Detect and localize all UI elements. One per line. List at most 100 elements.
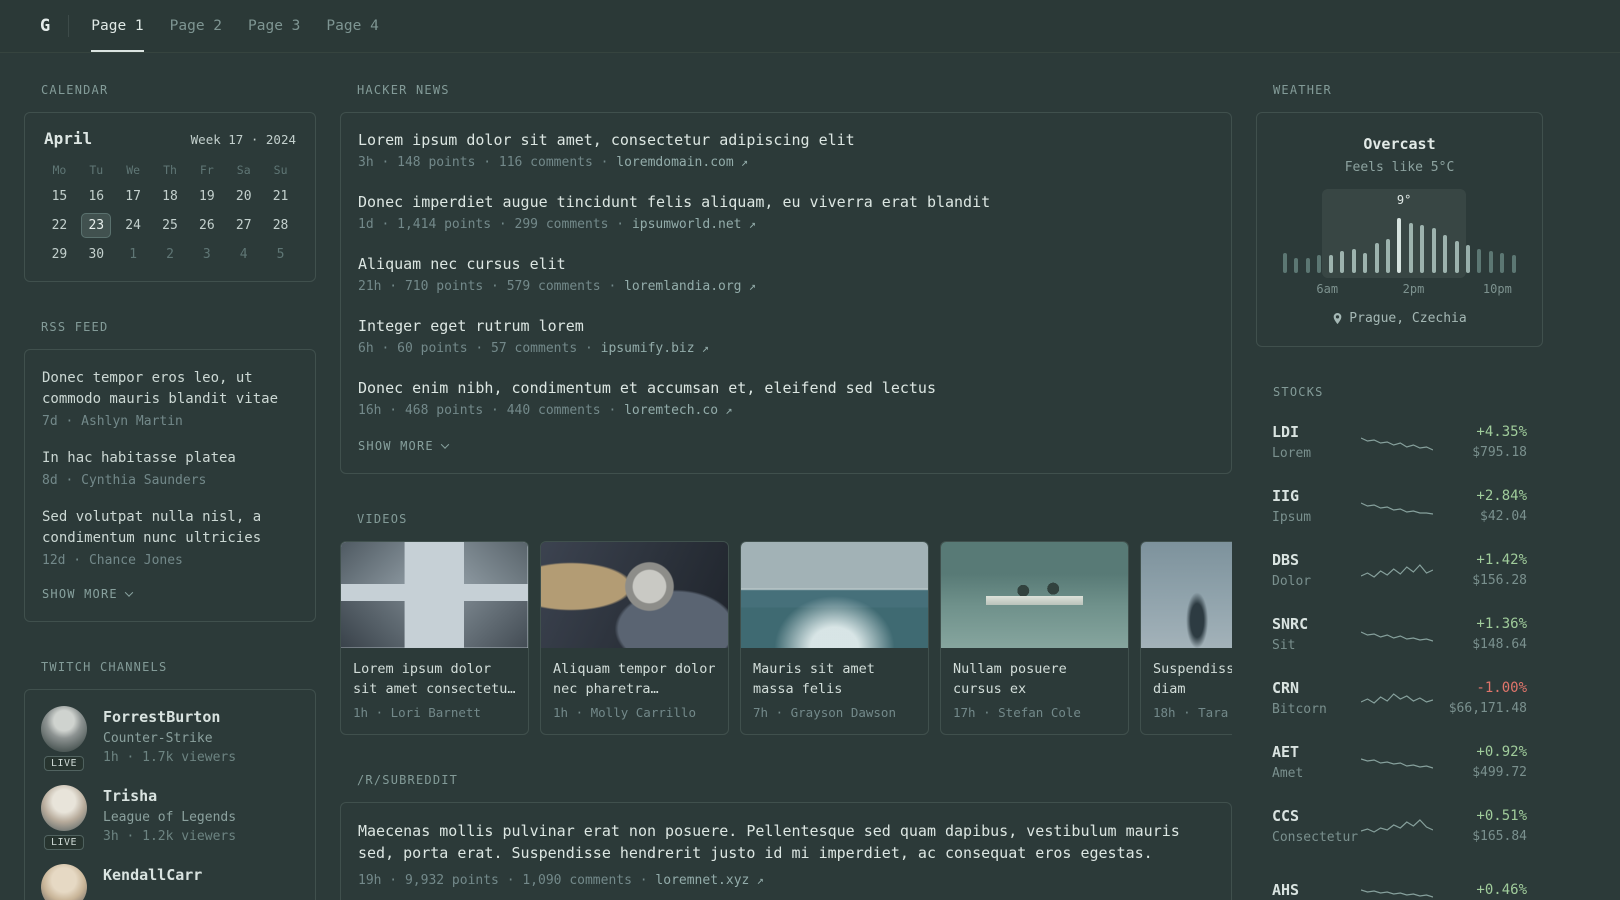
item-domain-link[interactable]: ipsumworld.net	[632, 217, 742, 232]
item-domain-link[interactable]: loremnet.xyz	[655, 873, 749, 888]
hackernews-item-title[interactable]: Lorem ipsum dolor sit amet, consectetur …	[358, 129, 1214, 151]
item-domain-link[interactable]: loremtech.co	[624, 403, 718, 418]
video-title[interactable]: Aliquam tempor dolor nec pharetra…	[553, 659, 716, 699]
video-card[interactable]: Aliquam tempor dolor nec pharetra… 1h · M…	[540, 541, 729, 735]
twitch-channel-name[interactable]: ForrestBurton	[103, 708, 236, 726]
video-card[interactable]: Lorem ipsum dolor sit amet consectetu… 1h…	[340, 541, 529, 735]
stock-sparkline-wrap	[1361, 749, 1433, 775]
video-thumbnail-fog	[1141, 542, 1232, 648]
stock-ticker: SNRC	[1272, 614, 1309, 633]
twitch-channel[interactable]: LIVE ForrestBurton Counter-Strike 1h · 1.7k…	[41, 706, 299, 771]
item-meta-text: 19h · 9,932 points · 1,090 comments ·	[358, 873, 656, 888]
calendar-day: 17	[125, 189, 141, 204]
item-domain-link[interactable]: loremdomain.com	[616, 155, 733, 170]
stock-sparkline-wrap	[1361, 557, 1433, 583]
hackernews-item-title[interactable]: Donec imperdiet augue tincidunt felis al…	[358, 191, 1214, 213]
twitch-channel[interactable]: KendallCarr	[41, 864, 299, 900]
stock-price: $42.04	[1480, 508, 1527, 524]
calendar-day-header: We	[126, 163, 141, 177]
calendar-card: April Week 17 · 2024 Mo Tu We Th Fr Sa Su 15 16 1…	[24, 112, 316, 282]
tab-page-1[interactable]: Page 1	[91, 0, 144, 52]
subreddit-list: Maecenas mollis pulvinar erat non posuer…	[358, 821, 1214, 888]
rss-show-more-button[interactable]: SHOW MORE	[42, 587, 298, 601]
hackernews-widget: HACKER NEWS Lorem ipsum dolor sit amet, …	[340, 83, 1232, 474]
app-logo[interactable]: G	[40, 0, 68, 52]
rss-item-title[interactable]: Donec tempor eros leo, ut commodo mauris…	[42, 368, 298, 410]
stock-row[interactable]: AET Amet +0.92% $499.72	[1272, 734, 1527, 789]
video-title[interactable]: Mauris sit amet massa felis	[753, 659, 916, 699]
video-meta: 1h · Lori Barnett	[353, 705, 481, 720]
rss-item-title[interactable]: Sed volutpat nulla nisl, a condimentum n…	[42, 507, 298, 549]
video-thumbnail-sky-cross	[341, 542, 528, 648]
hackernews-item-title[interactable]: Donec enim nibh, condimentum et accumsan…	[358, 377, 1214, 399]
stock-change: +4.35%	[1476, 423, 1527, 440]
weather-bar	[1500, 253, 1505, 273]
stock-change: +0.51%	[1476, 807, 1527, 824]
rss-item-title[interactable]: In hac habitasse platea	[42, 448, 298, 469]
video-meta: 1h · Molly Carrillo	[553, 705, 696, 720]
video-title[interactable]: Lorem ipsum dolor sit amet consectetu…	[353, 659, 516, 699]
hackernews-show-more-button[interactable]: SHOW MORE	[358, 439, 1214, 453]
calendar-day: 4	[239, 247, 248, 262]
stock-row[interactable]: CCS Consectetur +0.51% $165.84	[1272, 798, 1527, 853]
widget-title-twitch: TWITCH CHANNELS	[41, 660, 168, 674]
stock-row[interactable]: CRN Bitcorn -1.00% $66,171.48	[1272, 670, 1527, 725]
stock-info: DBS Dolor	[1272, 551, 1361, 589]
calendar-day: 20	[235, 189, 252, 204]
stock-values: +0.51% $165.84	[1433, 808, 1527, 844]
rss-item: Donec tempor eros leo, ut commodo mauris…	[42, 368, 298, 429]
stock-change: +2.84%	[1476, 487, 1527, 504]
stock-sparkline	[1361, 436, 1433, 451]
calendar-day: 28	[272, 218, 289, 233]
weather-time-label: 10pm	[1482, 282, 1512, 296]
hackernews-item: Donec imperdiet augue tincidunt felis al…	[358, 191, 1214, 232]
dashboard: CALENDAR April Week 17 · 2024 Mo Tu We Th Fr…	[0, 53, 1620, 900]
video-card[interactable]: Mauris sit amet massa felis 7h · Grayson …	[740, 541, 929, 735]
video-card[interactable]: Suspendisse posuere diam 18h · Tara	[1140, 541, 1232, 735]
tab-page-3[interactable]: Page 3	[248, 0, 300, 52]
item-meta-text: 21h · 710 points · 579 comments ·	[358, 279, 625, 294]
stock-name: Amet	[1272, 765, 1304, 781]
calendar-day: 30	[88, 247, 105, 262]
widget-title-videos: VIDEOS	[357, 512, 408, 526]
stock-row[interactable]: AHS +0.46%	[1272, 862, 1527, 900]
video-title[interactable]: Suspendisse posuere diam	[1153, 659, 1232, 699]
stock-row[interactable]: DBS Dolor +1.42% $156.28	[1272, 542, 1527, 597]
external-link-icon: ↗	[741, 279, 756, 293]
weather-widget: WEATHER Overcast Feels like 5°C 9° 6am 2p…	[1256, 83, 1543, 347]
twitch-channel-name[interactable]: KendallCarr	[103, 866, 202, 884]
calendar-day: 5	[276, 247, 285, 262]
item-domain-link[interactable]: loremlandia.org	[624, 279, 741, 294]
hackernews-card: Lorem ipsum dolor sit amet, consectetur …	[340, 112, 1232, 474]
stock-row[interactable]: LDI Lorem +4.35% $795.18	[1272, 414, 1527, 469]
twitch-channel-name[interactable]: Trisha	[103, 787, 236, 805]
video-title[interactable]: Nullam posuere cursus ex	[953, 659, 1116, 699]
stock-row[interactable]: SNRC Sit +1.36% $148.64	[1272, 606, 1527, 661]
stock-change: +0.46%	[1476, 881, 1527, 898]
weather-bar	[1305, 258, 1310, 273]
stock-sparkline-wrap	[1361, 429, 1433, 455]
hackernews-item-title[interactable]: Integer eget rutrum lorem	[358, 315, 1214, 337]
weather-feels-like: Feels like 5°C	[1344, 160, 1455, 175]
hackernews-item-title[interactable]: Aliquam nec cursus elit	[358, 253, 1214, 275]
subreddit-post-title[interactable]: Maecenas mollis pulvinar erat non posuer…	[358, 821, 1214, 864]
stock-values: +4.35% $795.18	[1433, 424, 1527, 460]
item-meta: 16h · 468 points · 440 comments · loremt…	[358, 403, 1214, 418]
tab-page-4[interactable]: Page 4	[326, 0, 378, 52]
hackernews-item: Lorem ipsum dolor sit amet, consectetur …	[358, 129, 1214, 170]
weather-time-label: 6am	[1316, 282, 1339, 296]
twitch-channel[interactable]: LIVE Trisha League of Legends 3h · 1.2k vie…	[41, 785, 299, 850]
stock-row[interactable]: IIG Ipsum +2.84% $42.04	[1272, 478, 1527, 533]
center-column: HACKER NEWS Lorem ipsum dolor sit amet, …	[340, 83, 1232, 900]
twitch-channel-viewers: 3h · 1.2k viewers	[103, 829, 237, 844]
video-card[interactable]: Nullam posuere cursus ex 17h · Stefan Col…	[940, 541, 1129, 735]
item-domain-link[interactable]: ipsumify.biz	[601, 341, 695, 356]
widget-title-weather: WEATHER	[1273, 83, 1332, 97]
tab-page-2[interactable]: Page 2	[170, 0, 222, 52]
calendar-day: 22	[51, 218, 68, 233]
stock-info: AET Amet	[1272, 743, 1361, 781]
live-badge: LIVE	[43, 835, 85, 850]
stock-sparkline	[1361, 818, 1433, 833]
chevron-down-icon	[440, 440, 450, 449]
widget-title-stocks: STOCKS	[1273, 385, 1324, 399]
